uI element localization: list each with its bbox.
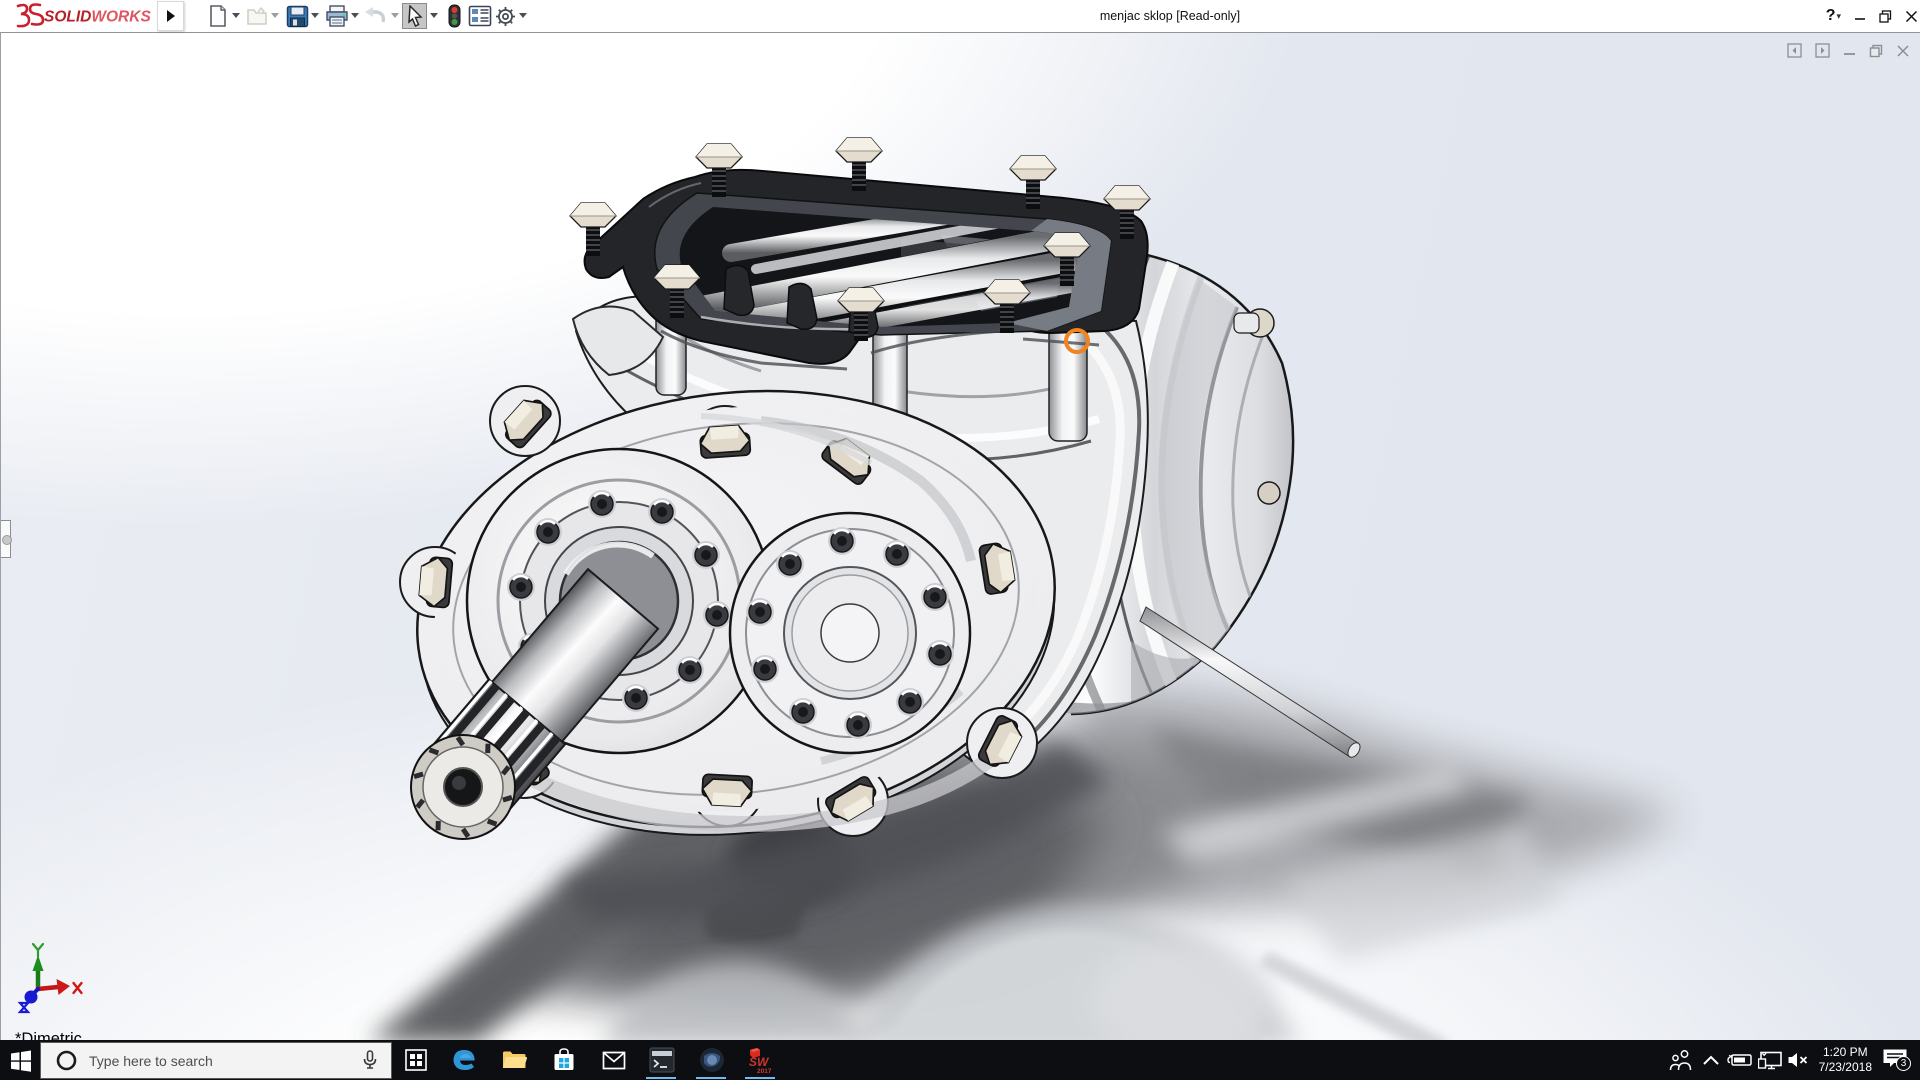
svg-text:SW: SW: [749, 1055, 770, 1069]
svg-text:2017: 2017: [757, 1068, 772, 1074]
svg-text:SOLIDWORKS: SOLIDWORKS: [44, 8, 151, 25]
